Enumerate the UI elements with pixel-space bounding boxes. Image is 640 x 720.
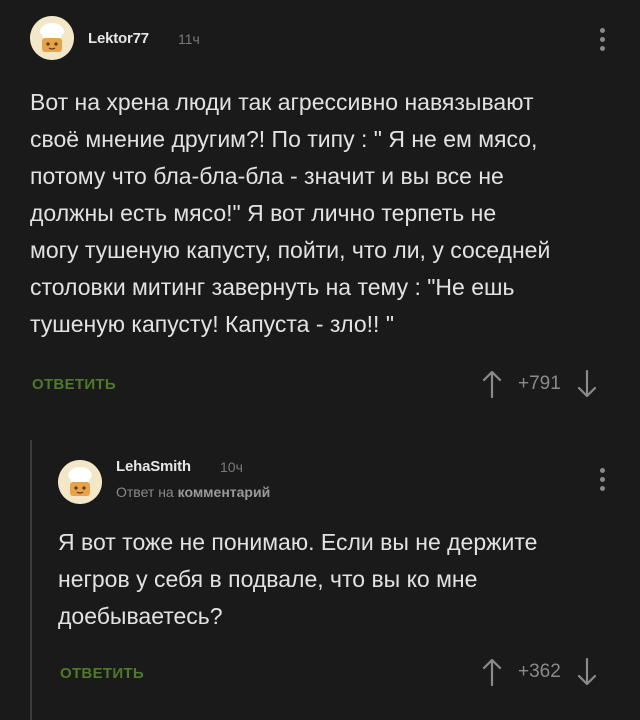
- timestamp: 11ч: [178, 31, 200, 47]
- arrow-up-icon[interactable]: [482, 658, 502, 686]
- kebab-menu-icon[interactable]: [592, 24, 612, 54]
- comment-line: своё мнение другим?! По типу : " Я не ем…: [30, 126, 538, 152]
- reply-to-prefix: Ответ на: [116, 484, 174, 500]
- arrow-down-icon[interactable]: [577, 370, 597, 398]
- username[interactable]: LehaSmith: [116, 458, 191, 475]
- comment-line: Я вот тоже не понимаю. Если вы не держит…: [58, 529, 538, 555]
- vote-score: +362: [518, 661, 561, 682]
- reply-comment: LehaSmith 10ч Ответ на комментарий Я вот…: [0, 440, 640, 720]
- vote-controls: +362: [482, 658, 597, 686]
- reply-to-label: Ответ на комментарий: [116, 484, 270, 500]
- kebab-menu-icon[interactable]: [592, 464, 612, 494]
- comment-line: Вот на хрена люди так агрессивно навязыв…: [30, 89, 534, 115]
- comment-line: могу тушеную капусту, пойти, что ли, у с…: [30, 237, 551, 263]
- avatar[interactable]: [58, 460, 102, 504]
- comment-text: Я вот тоже не понимаю. Если вы не держит…: [58, 524, 537, 635]
- comment: Lektor77 11ч Вот на хрена люди так агрес…: [0, 0, 640, 420]
- vote-score: +791: [518, 373, 561, 394]
- comment-text: Вот на хрена люди так агрессивно навязыв…: [30, 84, 550, 343]
- reply-button[interactable]: ОТВЕТИТЬ: [60, 665, 144, 682]
- comment-line: потому что бла-бла-бла - значит и вы все…: [30, 163, 504, 189]
- arrow-up-icon[interactable]: [482, 370, 502, 398]
- arrow-down-icon[interactable]: [577, 658, 597, 686]
- comment-line: доебываетесь?: [58, 603, 223, 629]
- reply-button[interactable]: ОТВЕТИТЬ: [32, 376, 116, 393]
- comment-line: должны есть мясо!" Я вот лично терпеть н…: [30, 200, 497, 226]
- avatar[interactable]: [30, 16, 74, 60]
- timestamp: 10ч: [220, 459, 243, 475]
- comment-line: тушеную капусту! Капуста - зло!! ": [30, 311, 394, 337]
- comment-line: негров у себя в подвале, что вы ко мне: [58, 566, 478, 592]
- comment-line: столовки митинг завернуть на тему : "Не …: [30, 274, 515, 300]
- reply-to-link[interactable]: комментарий: [178, 484, 271, 500]
- username[interactable]: Lektor77: [88, 30, 149, 47]
- vote-controls: +791: [482, 370, 597, 398]
